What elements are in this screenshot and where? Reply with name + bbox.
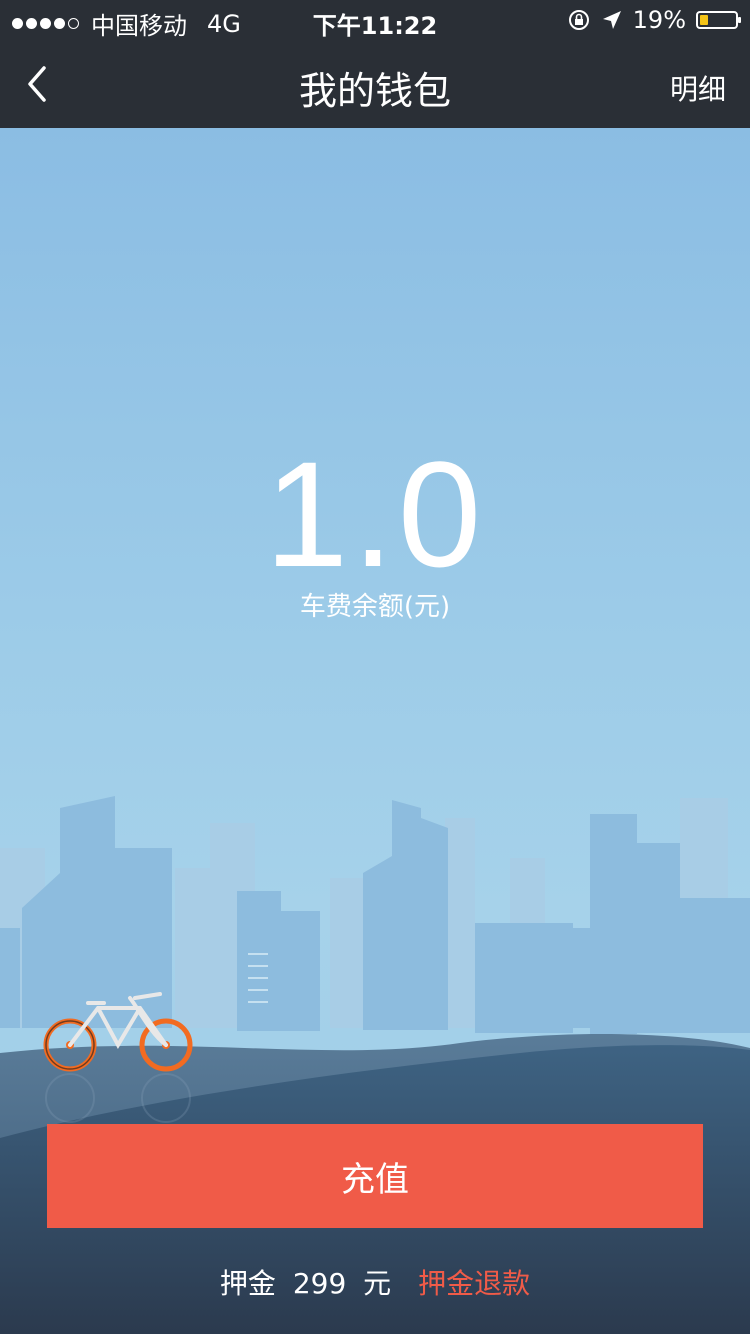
deposit-refund-link[interactable]: 押金退款	[418, 1267, 530, 1300]
deposit-amount: 299	[292, 1267, 347, 1300]
status-right: 19%	[567, 6, 741, 34]
battery-icon	[696, 11, 741, 29]
deposit-unit: 元	[363, 1267, 392, 1300]
balance-amount: 1.0	[264, 430, 486, 598]
detail-button[interactable]: 明细	[670, 68, 726, 108]
nav-bar: 我的钱包 明细	[0, 40, 750, 128]
location-arrow-icon	[602, 11, 621, 29]
balance-label: 车费余额(元)	[299, 592, 451, 622]
deposit-row: 押金 299 元 押金退款	[0, 1262, 750, 1302]
deposit-label: 押金	[219, 1267, 276, 1300]
page-title: 我的钱包	[298, 69, 451, 113]
skyline-mid	[0, 796, 750, 1034]
status-bar: 中国移动 4G 下午11:22 19%	[0, 0, 750, 40]
recharge-button[interactable]: 充值	[47, 1124, 703, 1228]
battery-percent: 19%	[632, 6, 686, 34]
rotation-lock-icon	[568, 10, 589, 30]
